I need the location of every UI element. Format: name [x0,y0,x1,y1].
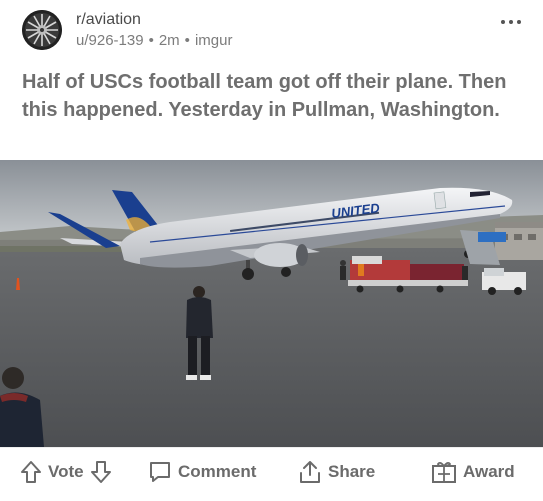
arrow-up-icon[interactable] [20,460,42,484]
comment-label: Comment [178,462,257,481]
gift-icon [431,460,457,484]
comment-bubble-icon [148,460,172,484]
post-meta: u/926-139 • 2m • imgur [76,32,232,49]
post-time: 2m [158,32,180,49]
comment-button[interactable]: Comment [148,458,262,486]
meta-separator: • [148,32,154,49]
subreddit-avatar[interactable] [22,10,62,50]
share-button[interactable]: Share [298,458,381,486]
author-link[interactable]: u/926-139 [76,32,144,49]
turbofan-engine-icon [22,10,62,50]
post-title[interactable]: Half of USCs football team got off their… [22,68,522,124]
share-icon [298,460,322,484]
subreddit-name[interactable]: r/aviation [76,11,141,29]
vote-control: Vote [20,458,112,486]
award-button[interactable]: Award [431,458,521,486]
post-source[interactable]: imgur [195,32,233,49]
award-label: Award [463,462,515,481]
post-header: r/aviation u/926-139 • 2m • imgur [0,0,543,62]
post-image[interactable]: UNITED [0,160,543,447]
arrow-down-icon[interactable] [90,460,112,484]
vote-label: Vote [48,462,84,481]
share-label: Share [328,462,376,481]
airplane-photo: UNITED [0,160,543,447]
meta-separator: • [184,32,190,49]
more-options-icon[interactable] [501,16,521,28]
